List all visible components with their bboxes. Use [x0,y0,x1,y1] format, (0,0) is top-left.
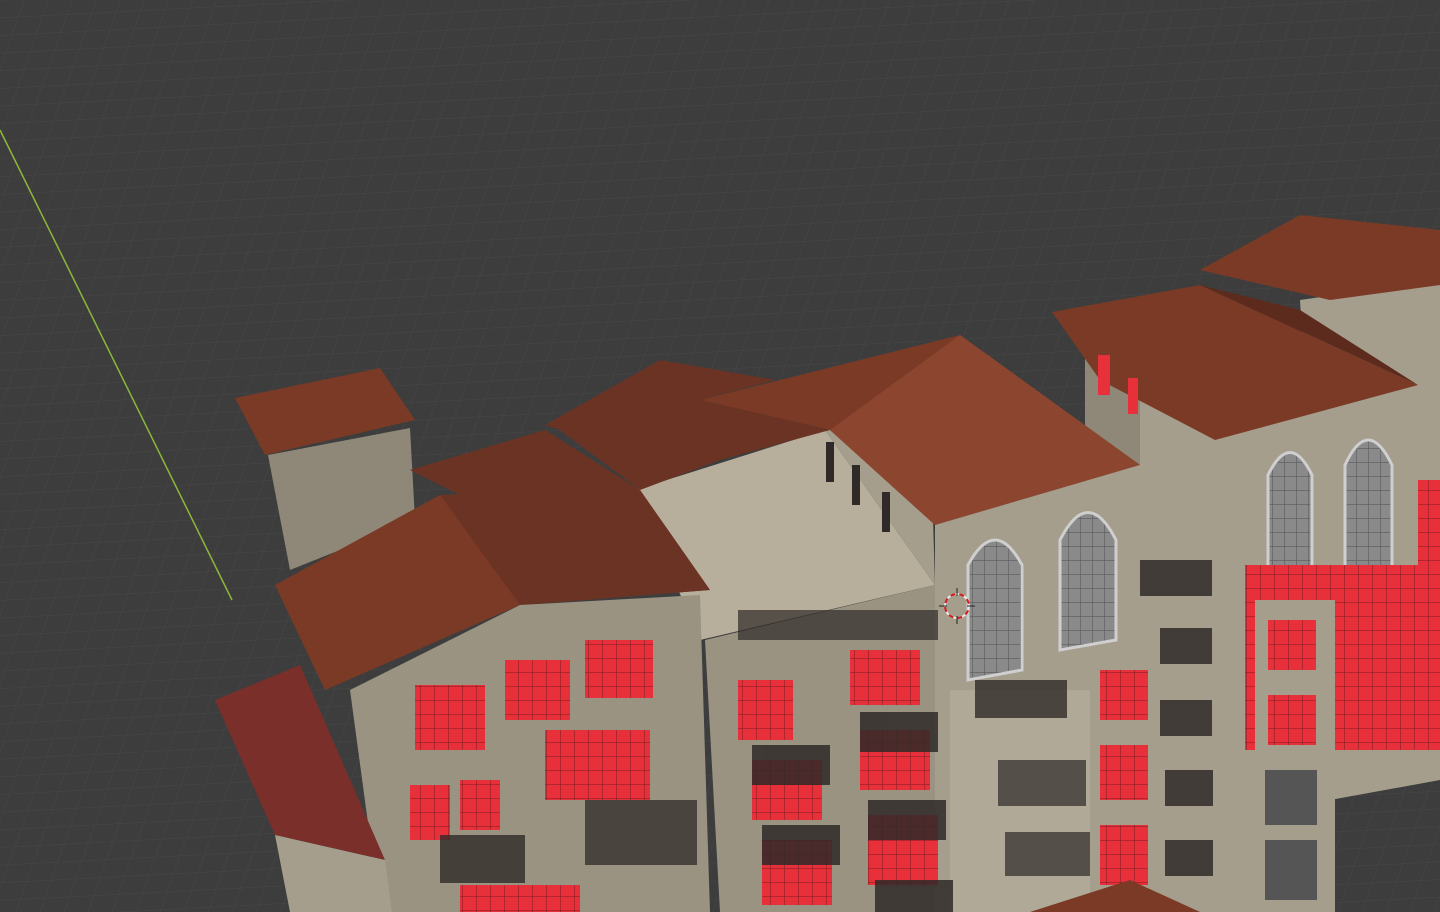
central-window-b [852,465,860,505]
center-balcony-slab-3 [1005,832,1090,876]
left-glass-1 [415,685,485,750]
left-glass-4 [545,730,650,800]
arch-window-4 [1343,438,1394,577]
3d-viewport[interactable] [0,0,1440,912]
middle-glass-1 [738,680,793,740]
center-glass-3 [1100,825,1148,885]
center-glass-1 [1100,670,1148,720]
left-glass-7 [460,885,580,912]
viewport-canvas[interactable] [0,0,1440,912]
right-tower-window-2 [1128,378,1138,414]
center-balcony-slab-1 [975,680,1067,718]
center-glass-2 [1100,745,1148,800]
right-tower-window-1 [1098,355,1110,395]
middle-rail-1 [738,610,938,640]
right-tower-window-7 [1265,770,1317,825]
left-glass-2 [505,660,570,720]
arch-window-2 [1058,511,1118,652]
arch-window-1 [966,538,1024,682]
central-window-a [826,442,834,482]
left-glass-3 [585,640,653,698]
left-glass-5 [410,785,450,840]
right-tower-window-5 [1268,620,1316,670]
right-tower-window-8 [1265,840,1317,900]
left-glass-6 [460,780,500,830]
center-balcony-slab-2 [998,760,1086,806]
left-balcony-slab-2 [585,800,697,865]
central-window-c [882,492,890,532]
left-balcony-slab-1 [440,835,525,883]
right-tower-window-6 [1268,695,1316,745]
middle-glass-2 [850,650,920,705]
